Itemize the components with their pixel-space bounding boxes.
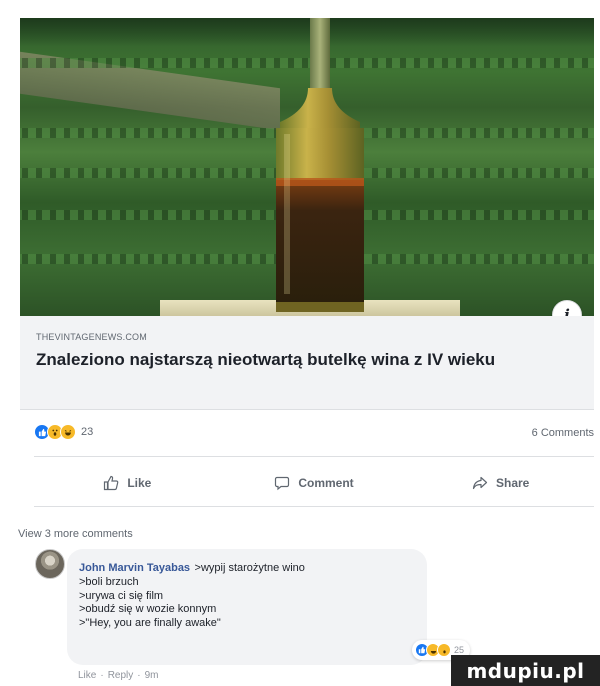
separator: · xyxy=(137,670,141,681)
comment-line: >obudź się w wozie konnym xyxy=(79,603,217,615)
avatar[interactable] xyxy=(35,549,65,579)
comment-reaction-count: 25 xyxy=(454,645,465,655)
link-preview-image[interactable] xyxy=(20,18,594,316)
link-preview-meta[interactable]: THEVINTAGENEWS.COM Znaleziono najstarszą… xyxy=(20,316,594,410)
reaction-count: 23 xyxy=(81,426,94,438)
comment-like-link[interactable]: Like xyxy=(78,670,96,681)
comment-button[interactable]: Comment xyxy=(221,466,408,500)
comment-actions: Like · Reply · 9m xyxy=(78,670,159,681)
wine-bottle-image xyxy=(276,18,364,312)
comment-button-label: Comment xyxy=(298,476,354,490)
comment-line: >"Hey, you are finally awake" xyxy=(79,616,221,629)
haha-reaction-icon xyxy=(60,424,76,440)
comment-line: >boli brzuch xyxy=(79,576,139,588)
like-button-label: Like xyxy=(127,476,152,490)
link-title: Znaleziono najstarszą nieotwartą butelkę… xyxy=(36,350,496,369)
divider xyxy=(34,506,594,507)
thumbs-up-icon xyxy=(104,475,119,491)
comment-text: John Marvin Tayabas >wypij starożytne wi… xyxy=(79,558,415,630)
reaction-summary[interactable]: 23 xyxy=(34,424,93,440)
comments-count-link[interactable]: 6 Comments xyxy=(532,427,594,439)
wow-reaction-icon xyxy=(437,643,451,657)
share-button-label: Share xyxy=(496,476,530,490)
view-more-comments-link[interactable]: View 3 more comments xyxy=(18,528,133,540)
like-button[interactable]: Like xyxy=(34,466,221,500)
comment-icon xyxy=(275,476,290,491)
separator: · xyxy=(100,670,104,681)
comment-line: >urywa ci się film xyxy=(79,589,164,602)
divider xyxy=(34,456,594,457)
facebook-post: i THEVINTAGENEWS.COM Znaleziono najstars… xyxy=(0,0,600,686)
comment-bubble: John Marvin Tayabas >wypij starożytne wi… xyxy=(67,549,427,665)
comment-reply-link[interactable]: Reply xyxy=(108,670,134,681)
comment-timestamp: 9m xyxy=(144,670,159,681)
watermark-logo: mdupiu.pl xyxy=(451,655,600,686)
share-arrow-icon xyxy=(472,476,488,490)
share-button[interactable]: Share xyxy=(407,466,594,500)
comment-line: >wypij starożytne wino xyxy=(194,562,305,574)
action-bar: Like Comment Share xyxy=(34,466,594,500)
commenter-name[interactable]: John Marvin Tayabas xyxy=(79,562,190,574)
link-domain: THEVINTAGENEWS.COM xyxy=(36,332,147,342)
